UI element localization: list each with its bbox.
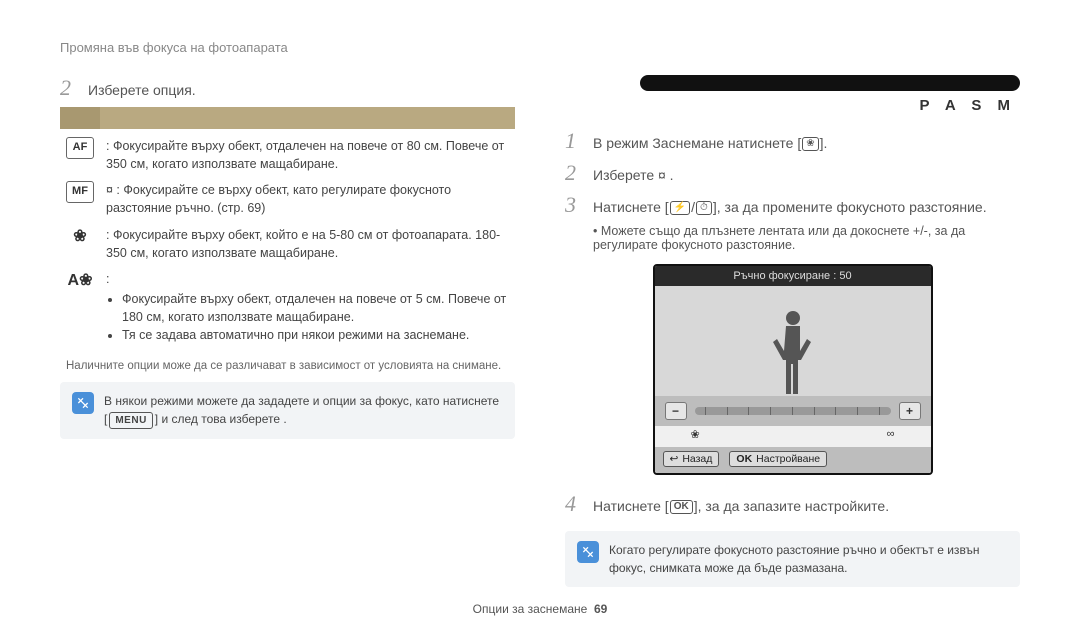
- step-3-subnote: Можете също да плъзнете лентата или да д…: [565, 224, 1020, 252]
- timer-icon: ⏱: [696, 201, 712, 215]
- manual-focus-icon: MF: [66, 181, 94, 203]
- camera-lcd-preview: Ръчно фокусиране : 50 − + ❀ ∞: [653, 264, 933, 475]
- autofocus-icon: AF: [66, 137, 94, 159]
- option-row: AF : Фокусирайте върху обект, отдалечен н…: [60, 133, 515, 177]
- page: Промяна във фокуса на фотоапарата 2 Избе…: [0, 0, 1080, 630]
- info-icon: [72, 392, 94, 414]
- ok-button-badge: OK: [670, 500, 693, 514]
- flash-icon: ⚡: [670, 201, 690, 215]
- option-description: : Фокусирайте върху обект, отдалечен на …: [106, 137, 509, 173]
- right-step-2: 2 Изберете ¤ .: [565, 160, 1020, 186]
- slider-minus-button[interactable]: −: [665, 402, 687, 420]
- two-column-layout: 2 Изберете опция. AF : Фокусирайте върху …: [60, 75, 1020, 587]
- back-label: Назад: [682, 453, 712, 465]
- step-number: 3: [565, 192, 583, 218]
- info-text: В някои режими можете да зададете и опци…: [104, 392, 503, 428]
- option-row: MF ¤ : Фокусирайте се върху обект, като р…: [60, 177, 515, 221]
- lcd-back-button[interactable]: ↩ Назад: [663, 451, 720, 467]
- infinity-end-icon: ∞: [887, 428, 895, 441]
- page-number: 69: [594, 602, 607, 616]
- ok-badge: OK: [736, 453, 752, 465]
- option-bullet: Тя се задава автоматично при някои режим…: [122, 326, 509, 344]
- section-header-bar: [640, 75, 1020, 91]
- macro-icon: ❀: [66, 226, 94, 248]
- step-text: Изберете ¤ .: [593, 165, 674, 186]
- step-text: Натиснете [OK], за да запазите настройки…: [593, 496, 889, 517]
- back-arrow-icon: ↩: [670, 453, 679, 465]
- option-bullet: Фокусирайте върху обект, отдалечен на по…: [122, 290, 509, 326]
- options-footnote: Наличните опции може да се различават в …: [66, 360, 515, 372]
- options-list: AF : Фокусирайте върху обект, отдалечен н…: [60, 133, 515, 348]
- lcd-title: Ръчно фокусиране : 50: [655, 266, 931, 286]
- page-header-title: Промяна във фокуса на фотоапарата: [60, 40, 1020, 55]
- option-row: A❀ :Фокусирайте върху обект, отдалечен на…: [60, 266, 515, 349]
- right-column: P A S M 1 В режим Заснемане натиснете [❀…: [565, 75, 1020, 587]
- option-description: ¤ : Фокусирайте се върху обект, като рег…: [106, 181, 509, 217]
- footer-section-label: Опции за заснемане: [473, 602, 588, 616]
- macro-end-icon: ❀: [691, 428, 700, 441]
- ok-label: Настройване: [756, 453, 820, 465]
- option-description: :Фокусирайте върху обект, отдалечен на п…: [106, 270, 509, 345]
- slider-range-icons: ❀ ∞: [655, 426, 931, 447]
- lcd-image-area: [655, 286, 931, 396]
- menu-button-badge: MENU: [109, 412, 152, 429]
- step-text: В режим Заснемане натиснете [❀].: [593, 133, 827, 154]
- right-step-1: 1 В режим Заснемане натиснете [❀].: [565, 128, 1020, 154]
- lcd-ok-button[interactable]: OK Настройване: [729, 451, 827, 467]
- info-icon: [577, 541, 599, 563]
- option-row: ❀ : Фокусирайте върху обект, който е на 5…: [60, 222, 515, 266]
- left-info-box: В някои режими можете да зададете и опци…: [60, 382, 515, 438]
- info-text: Когато регулирате фокусното разстояние р…: [609, 541, 1008, 577]
- page-footer: Опции за заснемане 69: [0, 602, 1080, 616]
- person-silhouette-icon: [773, 306, 813, 396]
- step-number: 2: [60, 75, 78, 101]
- lcd-bottom-bar: ↩ Назад OK Настройване: [655, 447, 931, 473]
- step-number: 2: [565, 160, 583, 186]
- options-table-header: [60, 107, 515, 129]
- mode-letters: P A S M: [565, 97, 1020, 114]
- slider-plus-button[interactable]: +: [899, 402, 921, 420]
- step-number: 1: [565, 128, 583, 154]
- lcd-slider-row: − +: [655, 396, 931, 426]
- option-description: : Фокусирайте върху обект, който е на 5-…: [106, 226, 509, 262]
- right-step-3: 3 Натиснете [⚡/⏱], за да промените фокус…: [565, 192, 1020, 218]
- step-number: 4: [565, 491, 583, 517]
- slider-track[interactable]: [695, 407, 891, 415]
- right-info-box: Когато регулирате фокусното разстояние р…: [565, 531, 1020, 587]
- auto-macro-icon: A❀: [66, 270, 94, 292]
- step-text: Изберете опция.: [88, 80, 196, 101]
- right-step-4: 4 Натиснете [OK], за да запазите настрой…: [565, 491, 1020, 517]
- macro-button-icon: ❀: [802, 137, 818, 151]
- left-step-2: 2 Изберете опция.: [60, 75, 515, 101]
- step-text: Натиснете [⚡/⏱], за да промените фокусно…: [593, 197, 987, 218]
- left-column: 2 Изберете опция. AF : Фокусирайте върху …: [60, 75, 515, 587]
